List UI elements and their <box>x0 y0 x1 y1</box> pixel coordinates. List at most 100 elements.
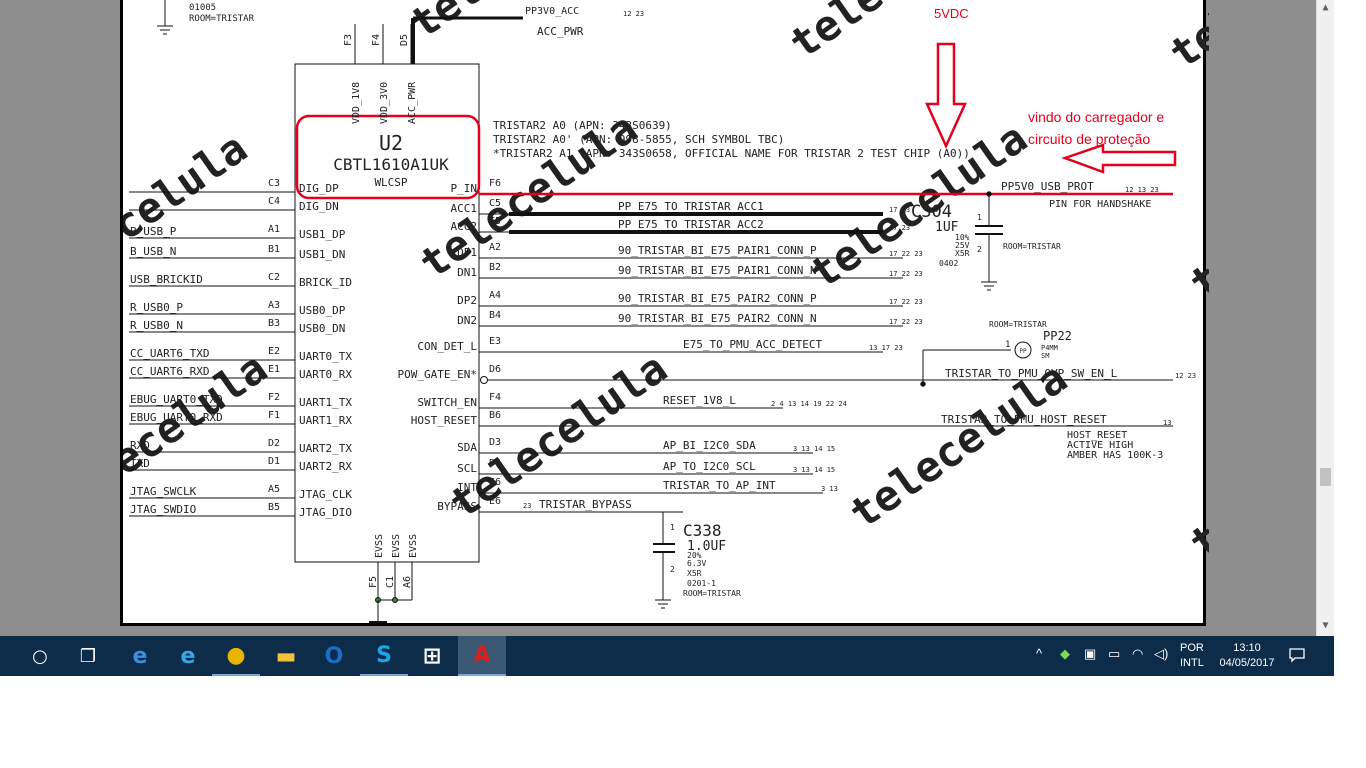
left-pin-ball: F1 <box>268 410 280 421</box>
top-net-sub: ACC_PWR <box>537 25 584 38</box>
left-pin-ball: C3 <box>268 178 280 189</box>
c304-diel: X5R <box>955 249 970 258</box>
c338-size: 0201-1 <box>687 579 716 588</box>
left-pin-name: JTAG_DIO <box>299 506 352 519</box>
scroll-thumb[interactable] <box>1320 468 1331 486</box>
left-pin-name: UART2_TX <box>299 442 352 455</box>
file-explorer-icon[interactable]: ▬ <box>262 636 310 676</box>
input-language[interactable]: POR INTL <box>1180 641 1204 671</box>
down-arrow-icon <box>925 42 967 150</box>
tray-app-icon[interactable]: ◆ <box>1060 646 1070 662</box>
notification-center-icon[interactable] <box>1288 646 1306 669</box>
right-pin-ball: D3 <box>489 437 501 448</box>
left-pin-ball: D1 <box>268 456 280 467</box>
pp22-ref: PP22 <box>1043 329 1072 343</box>
right-pin-name: INT <box>457 481 477 494</box>
outlook-icon[interactable]: O <box>310 636 358 676</box>
watermark-text: telecelula <box>401 0 636 48</box>
edge-icon[interactable]: e <box>116 636 164 676</box>
watermark-text: telecelula <box>1181 123 1209 308</box>
tray-security-icon[interactable]: ▣ <box>1084 646 1096 662</box>
right-net-refs: 12 13 23 <box>1125 186 1159 194</box>
right-net-refs: 3 13 14 15 <box>793 445 835 453</box>
left-net-label: CC_UART6_RXD <box>130 365 209 378</box>
task-view-icon[interactable]: ❐ <box>64 636 112 676</box>
left-net-label: R_USB0_P <box>130 301 183 314</box>
task-view-glyph: ❐ <box>79 645 97 667</box>
right-pin-name: ACC2 <box>451 220 478 233</box>
vertical-scrollbar[interactable]: ▲ ▼ <box>1316 0 1334 636</box>
top-pin-ball: D5 <box>399 34 410 46</box>
right-pin-name: DN1 <box>457 266 477 279</box>
scroll-down-icon[interactable]: ▼ <box>1317 620 1334 634</box>
chrome-icon[interactable]: ● <box>212 636 260 676</box>
chip-note: TRISTAR2 A0 (APN: 343S0639) <box>493 119 672 132</box>
edge-glyph: e <box>132 643 148 669</box>
c338-diel: X5R <box>687 569 702 578</box>
start-icon[interactable]: ○ <box>16 636 64 676</box>
left-pin-ball: C4 <box>268 196 280 207</box>
right-net-refs: 3 13 14 15 <box>793 466 835 474</box>
show-hidden-icons-icon[interactable]: ^ <box>1036 646 1042 661</box>
scroll-up-icon[interactable]: ▲ <box>1317 2 1334 16</box>
left-pin-name: DIG_DP <box>299 182 339 195</box>
left-pin-ball: B3 <box>268 318 280 329</box>
right-pin-name: CON_DET_L <box>417 340 477 353</box>
wifi-icon[interactable]: ◠ <box>1132 646 1143 662</box>
charger-annotation-line1: vindo do carregador e <box>1028 109 1165 125</box>
left-net-label: B_USB_P <box>130 225 177 238</box>
left-pin-name: USB1_DP <box>299 228 346 241</box>
left-pin-ball: A1 <box>268 224 280 235</box>
top-pin-name: VDD_1V8 <box>351 82 362 124</box>
acrobat-icon[interactable]: A <box>458 636 506 676</box>
charger-annotation: vindo do carregador e circuito de proteç… <box>1028 106 1208 150</box>
store-glyph: ⊞ <box>422 643 442 669</box>
top-pin-ball: F4 <box>371 34 382 46</box>
c338-pin1: 1 <box>670 523 675 532</box>
junction-dot <box>920 381 926 387</box>
ovp-refs: 12 23 <box>1175 372 1196 380</box>
battery-icon[interactable]: ▭ <box>1108 646 1120 662</box>
clock-time: 13:10 <box>1233 642 1261 654</box>
c304-pin2: 2 <box>977 245 982 254</box>
right-net-refs: 17 22 23 <box>889 250 923 258</box>
right-net-refs: 3 13 <box>821 485 838 493</box>
chip-ref: U2 <box>379 131 403 155</box>
left-pin-name: USB0_DP <box>299 304 346 317</box>
clock[interactable]: 13:10 04/05/2017 <box>1216 641 1278 671</box>
right-pin-name: POW_GATE_EN* <box>398 368 477 381</box>
host-reset-refs: 13 <box>1163 419 1171 427</box>
pdf-viewer-area[interactable]: telecelula telecelula telecelula telecelula… <box>0 0 1334 636</box>
voltage-annotation: 5VDC <box>934 6 969 21</box>
c338-pin2: 2 <box>670 565 675 574</box>
left-pin-ball: E1 <box>268 364 280 375</box>
top-left-room: ROOM=TRISTAR <box>189 14 255 24</box>
left-pin-name: UART1_TX <box>299 396 352 409</box>
bottom-pin-ball: F5 <box>368 576 379 588</box>
right-net-label: TRISTAR_TO_AP_INT <box>663 479 776 492</box>
right-pin-ball: E5 <box>489 216 501 227</box>
right-net-refs: 13 17 23 <box>869 344 903 352</box>
pp22-size: P4MM <box>1041 344 1058 352</box>
lang-code: POR <box>1180 642 1204 654</box>
left-pin-name: JTAG_CLK <box>299 488 352 501</box>
right-pin-name: P_IN <box>451 182 478 195</box>
start-glyph: ○ <box>32 645 48 667</box>
watermark-text: telecelula <box>841 353 1076 538</box>
right-pin-name: BYPASS <box>437 500 477 513</box>
store-icon[interactable]: ⊞ <box>408 636 456 676</box>
left-net-label: JTAG_SWDIO <box>130 503 196 516</box>
left-pin-ball: A5 <box>268 484 280 495</box>
right-pin-name: HOST_RESET <box>411 414 478 427</box>
volume-icon[interactable]: ◁) <box>1154 646 1168 662</box>
left-net-label: B_USB_N <box>130 245 176 258</box>
right-net-label: PP_E75_TO_TRISTAR_ACC2 <box>618 218 764 231</box>
left-net-label: TXD <box>130 457 150 470</box>
internet-explorer-icon[interactable]: e <box>164 636 212 676</box>
right-net-refs: 17 23 <box>889 224 910 232</box>
c304-ref: C304 <box>911 202 952 222</box>
right-net-label: 90_TRISTAR_BI_E75_PAIR2_CONN_P <box>618 292 817 305</box>
skype-icon[interactable]: S <box>360 636 408 676</box>
pp22-room: ROOM=TRISTAR <box>989 320 1047 329</box>
right-net-label: TRISTAR_BYPASS <box>539 498 632 511</box>
